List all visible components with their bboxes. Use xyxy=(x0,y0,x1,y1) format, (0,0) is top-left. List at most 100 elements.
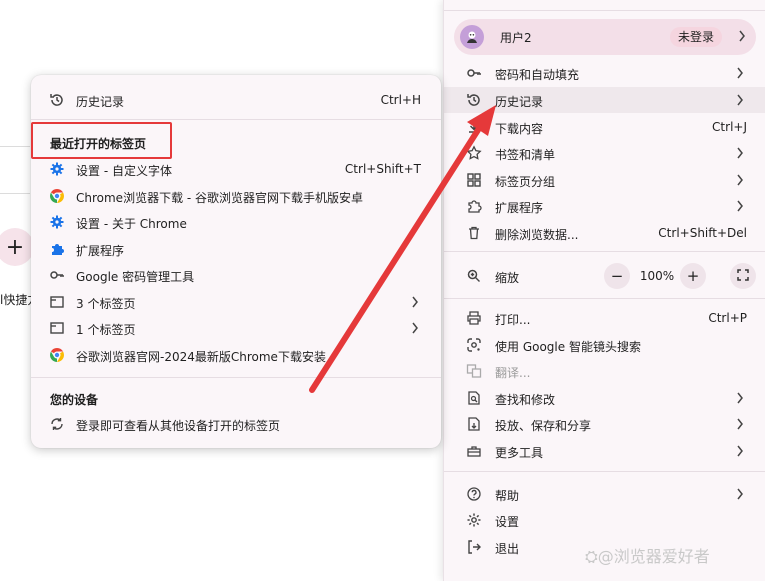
trash-icon xyxy=(466,225,482,241)
submenu-item-history[interactable]: 历史记录 Ctrl+H xyxy=(31,87,441,113)
submenu-item-label: 设置 - 关于 Chrome xyxy=(76,217,187,231)
submenu-item-label: 历史记录 xyxy=(76,95,125,109)
submenu-divider xyxy=(31,377,441,378)
menu-item-label: 标签页分组 xyxy=(495,175,556,189)
find-icon xyxy=(466,390,482,406)
zoom-icon xyxy=(466,268,482,284)
menu-item-label: 密码和自动填充 xyxy=(495,68,580,82)
translate-icon xyxy=(466,363,482,379)
window-icon xyxy=(49,294,65,310)
menu-divider xyxy=(444,298,765,299)
recent-tab-item[interactable]: 扩展程序 xyxy=(31,236,441,262)
menu-item-more-tools[interactable]: 更多工具 xyxy=(444,438,765,464)
watermark-text: ⛭@浏览器爱好者 xyxy=(585,547,710,566)
chrome-icon xyxy=(49,188,65,204)
menu-item-help[interactable]: 帮助 xyxy=(444,481,765,507)
sign-in-devices-item[interactable]: 登录即可查看从其他设备打开的标签页 xyxy=(31,411,441,437)
submenu-item-label: 1 个标签页 xyxy=(76,323,136,337)
gear-icon xyxy=(49,214,65,230)
menu-item-label: 书签和清单 xyxy=(495,148,556,162)
background-search-box xyxy=(0,146,30,194)
puzzle-icon xyxy=(466,198,482,214)
history-icon xyxy=(49,92,65,108)
recent-tab-item[interactable]: 设置 - 关于 Chrome xyxy=(31,209,441,235)
history-icon xyxy=(466,92,482,108)
exit-icon xyxy=(466,539,482,555)
menu-item-extensions[interactable]: 扩展程序 xyxy=(444,193,765,219)
menu-item-print[interactable]: 打印... Ctrl+P xyxy=(444,305,765,331)
grid-icon xyxy=(466,172,482,188)
chevron-right-icon xyxy=(736,488,744,503)
lens-icon xyxy=(466,337,482,353)
chevron-right-icon xyxy=(736,67,744,82)
download-icon xyxy=(466,119,482,135)
zoom-out-button[interactable]: − xyxy=(604,263,630,289)
recent-tab-item[interactable]: Chrome浏览器下载 - 谷歌浏览器官网下载手机版安卓 xyxy=(31,183,441,209)
toolbox-icon xyxy=(466,443,482,459)
help-icon xyxy=(466,486,482,502)
profile-row[interactable]: 用户2 未登录 xyxy=(454,19,756,55)
recent-tab-item[interactable]: Google 密码管理工具 xyxy=(31,262,441,288)
shortcut-text: Ctrl+H xyxy=(380,93,421,107)
window-icon xyxy=(49,320,65,336)
chrome-main-menu: 用户2 未登录 密码和自动填充 历史记录 下载内容 Ctrl+J 书签和清单 标… xyxy=(443,0,765,581)
menu-item-tab-groups[interactable]: 标签页分组 xyxy=(444,167,765,193)
menu-divider xyxy=(444,251,765,252)
zoom-in-button[interactable]: + xyxy=(680,263,706,289)
menu-item-translate[interactable]: 翻译... xyxy=(444,358,765,384)
menu-item-label: 扩展程序 xyxy=(495,201,544,215)
menu-item-label: 设置 xyxy=(495,515,520,529)
submenu-item-label: 3 个标签页 xyxy=(76,297,136,311)
menu-item-cast-save-share[interactable]: 投放、保存和分享 xyxy=(444,411,765,437)
menu-item-find-edit[interactable]: 查找和修改 xyxy=(444,385,765,411)
menu-divider xyxy=(444,10,765,11)
menu-item-label: 退出 xyxy=(495,542,520,556)
annotation-highlight-box xyxy=(31,122,172,159)
submenu-item-label: Chrome浏览器下载 - 谷歌浏览器官网下载手机版安卓 xyxy=(76,191,364,205)
menu-item-label: 查找和修改 xyxy=(495,393,556,407)
zoom-value: 100% xyxy=(639,269,675,283)
menu-item-clear-data[interactable]: 删除浏览数据... Ctrl+Shift+Del xyxy=(444,220,765,246)
add-shortcut-button[interactable]: + xyxy=(0,228,34,266)
key-icon xyxy=(466,65,482,81)
chevron-right-icon xyxy=(411,322,419,337)
shortcut-text: Ctrl+Shift+Del xyxy=(658,226,747,240)
submenu-item-label: Google 密码管理工具 xyxy=(76,270,195,284)
recent-tab-item[interactable]: 谷歌浏览器官网-2024最新版Chrome下载安装 xyxy=(31,342,441,368)
avatar xyxy=(460,25,484,49)
fullscreen-button[interactable] xyxy=(730,263,756,289)
chevron-right-icon xyxy=(736,147,744,162)
plus-icon: + xyxy=(5,234,25,260)
recent-window-item[interactable]: 3 个标签页 xyxy=(31,289,441,315)
menu-item-settings[interactable]: 设置 xyxy=(444,507,765,533)
menu-item-label: 历史记录 xyxy=(495,95,544,109)
chevron-right-icon xyxy=(736,200,744,215)
chevron-right-icon xyxy=(411,296,419,311)
chevron-right-icon xyxy=(736,445,744,460)
recent-tab-item[interactable]: 设置 - 自定义字体 Ctrl+Shift+T xyxy=(31,156,441,182)
menu-item-label: 打印... xyxy=(495,313,531,327)
menu-divider xyxy=(444,471,765,472)
chevron-right-icon xyxy=(738,30,746,45)
submenu-divider xyxy=(31,119,441,120)
menu-item-downloads[interactable]: 下载内容 Ctrl+J xyxy=(444,114,765,140)
menu-item-label: 投放、保存和分享 xyxy=(495,419,592,433)
key-icon xyxy=(49,267,65,283)
menu-item-google-lens[interactable]: 使用 Google 智能镜头搜索 xyxy=(444,332,765,358)
chevron-right-icon xyxy=(736,174,744,189)
menu-item-bookmarks[interactable]: 书签和清单 xyxy=(444,140,765,166)
submenu-item-label: 扩展程序 xyxy=(76,244,125,258)
recent-window-item[interactable]: 1 个标签页 xyxy=(31,315,441,341)
shortcut-text: Ctrl+J xyxy=(712,120,747,134)
submenu-item-label: 设置 - 自定义字体 xyxy=(76,164,172,178)
shortcut-text: Ctrl+Shift+T xyxy=(344,162,421,176)
menu-item-history[interactable]: 历史记录 xyxy=(444,87,765,113)
puzzle-icon xyxy=(49,241,65,257)
submenu-item-label: 登录即可查看从其他设备打开的标签页 xyxy=(76,419,281,433)
shortcut-text: Ctrl+P xyxy=(708,311,747,325)
chevron-right-icon xyxy=(736,392,744,407)
menu-item-label: 使用 Google 智能镜头搜索 xyxy=(495,340,641,354)
menu-item-label: 下载内容 xyxy=(495,122,544,136)
menu-item-passwords[interactable]: 密码和自动填充 xyxy=(444,60,765,86)
your-devices-heading: 您的设备 xyxy=(50,393,99,407)
